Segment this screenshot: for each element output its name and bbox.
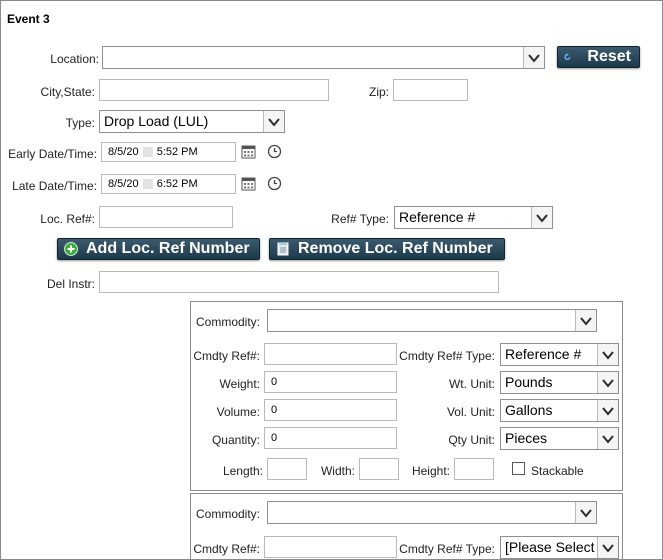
loc-ref-input[interactable] <box>99 206 233 228</box>
calendar-icon[interactable] <box>241 144 256 159</box>
trash-icon <box>277 242 289 256</box>
commodity-select[interactable] <box>267 309 597 332</box>
vol-unit-select[interactable]: Gallons <box>500 399 619 422</box>
weight-label: Weight: <box>219 377 260 391</box>
early-date-value: 8/5/20 <box>108 146 139 158</box>
late-datetime-input[interactable]: 8/5/20 6:52 PM <box>101 174 236 194</box>
weight-input[interactable]: 0 <box>264 371 397 393</box>
reset-label: Reset <box>587 48 631 65</box>
chevron-down-icon <box>575 310 596 331</box>
early-datetime-input[interactable]: 8/5/20 5:52 PM <box>101 142 236 162</box>
cmdty-ref-type-select[interactable]: Reference # <box>500 343 619 366</box>
del-instr-input[interactable] <box>99 271 499 293</box>
early-time-value: 5:52 PM <box>156 146 198 158</box>
cmdty-ref-input[interactable] <box>264 343 397 365</box>
wt-unit-label: Wt. Unit: <box>448 377 495 391</box>
late-datetime-label: Late Date/Time: <box>12 179 97 193</box>
type-select[interactable]: Drop Load (LUL) <box>99 110 285 133</box>
commodity-select[interactable] <box>267 501 597 524</box>
wt-unit-select[interactable]: Pounds <box>500 371 619 394</box>
chevron-down-icon <box>531 207 552 228</box>
chevron-down-icon <box>597 537 618 558</box>
length-input[interactable] <box>267 458 307 480</box>
chevron-down-icon <box>597 428 618 449</box>
clock-icon[interactable] <box>267 144 282 159</box>
cmdty-ref-type-select[interactable]: [Please Select <box>500 536 619 559</box>
cmdty-ref-type-label: Cmdty Ref# Type: <box>399 542 495 556</box>
city-state-input[interactable] <box>99 79 329 101</box>
commodity-label: Commodity: <box>195 315 260 329</box>
ref-type-select[interactable]: Reference # <box>394 206 553 229</box>
stackable-checkbox[interactable] <box>512 462 525 475</box>
chevron-down-icon <box>575 502 596 523</box>
cmdty-ref-type-value: Reference # <box>505 346 582 362</box>
cmdty-ref-input[interactable] <box>264 536 397 558</box>
event-title: Event 3 <box>7 12 50 26</box>
chevron-down-icon <box>597 344 618 365</box>
qty-unit-select[interactable]: Pieces <box>500 427 619 450</box>
chevron-down-icon <box>597 372 618 393</box>
remove-loc-ref-label: Remove Loc. Ref Number <box>298 240 493 257</box>
chevron-down-icon <box>263 111 284 132</box>
vol-unit-value: Gallons <box>505 402 553 418</box>
length-label: Length: <box>222 464 263 478</box>
refresh-icon <box>564 53 571 60</box>
stackable-label: Stackable <box>531 464 584 478</box>
zip-input[interactable] <box>393 79 468 101</box>
commodity-section-1: Commodity: Cmdty Ref#: Cmdty Ref# Type: … <box>190 301 623 491</box>
clock-icon[interactable] <box>267 176 282 191</box>
qty-unit-label: Qty Unit: <box>448 433 495 447</box>
volume-input[interactable]: 0 <box>264 399 397 421</box>
cmdty-ref-type-label: Cmdty Ref# Type: <box>399 349 495 363</box>
del-instr-label: Del Instr: <box>46 277 95 291</box>
commodity-label: Commodity: <box>195 507 260 521</box>
wt-unit-value: Pounds <box>505 374 553 390</box>
quantity-label: Quantity: <box>211 433 260 447</box>
chevron-down-icon <box>597 400 618 421</box>
volume-label: Volume: <box>216 405 260 419</box>
loc-ref-label: Loc. Ref#: <box>40 212 95 226</box>
commodity-section-2: Commodity: Cmdty Ref#: Cmdty Ref# Type: … <box>190 493 623 559</box>
width-input[interactable] <box>359 458 399 480</box>
type-value: Drop Load (LUL) <box>104 113 209 129</box>
zip-label: Zip: <box>368 85 389 99</box>
city-state-label: City,State: <box>40 85 95 99</box>
late-date-value: 8/5/20 <box>108 178 139 190</box>
calendar-icon[interactable] <box>241 176 256 191</box>
cmdty-ref-label: Cmdty Ref#: <box>193 542 260 556</box>
height-input[interactable] <box>454 458 494 480</box>
vol-unit-label: Vol. Unit: <box>446 405 495 419</box>
remove-loc-ref-button[interactable]: Remove Loc. Ref Number <box>269 238 505 260</box>
chevron-down-icon <box>523 47 544 68</box>
early-datetime-label: Early Date/Time: <box>8 147 97 161</box>
cmdty-ref-label: Cmdty Ref#: <box>193 349 260 363</box>
width-label: Width: <box>320 464 355 478</box>
type-label: Type: <box>65 116 95 130</box>
add-loc-ref-button[interactable]: Add Loc. Ref Number <box>57 238 260 260</box>
late-time-value: 6:52 PM <box>156 178 198 190</box>
height-label: Height: <box>411 464 450 478</box>
location-select[interactable] <box>102 46 545 69</box>
location-label: Location: <box>50 52 99 66</box>
cmdty-ref-type-value: [Please Select <box>505 539 595 555</box>
ref-type-label: Ref# Type: <box>331 212 389 226</box>
plus-icon <box>64 242 78 256</box>
add-loc-ref-label: Add Loc. Ref Number <box>86 240 250 257</box>
ref-type-value: Reference # <box>399 209 476 225</box>
event-panel: Event 3 Location: Reset City,State: Zip:… <box>0 0 663 560</box>
reset-button[interactable]: Reset <box>557 46 640 68</box>
quantity-input[interactable]: 0 <box>264 427 397 449</box>
qty-unit-value: Pieces <box>505 430 548 446</box>
